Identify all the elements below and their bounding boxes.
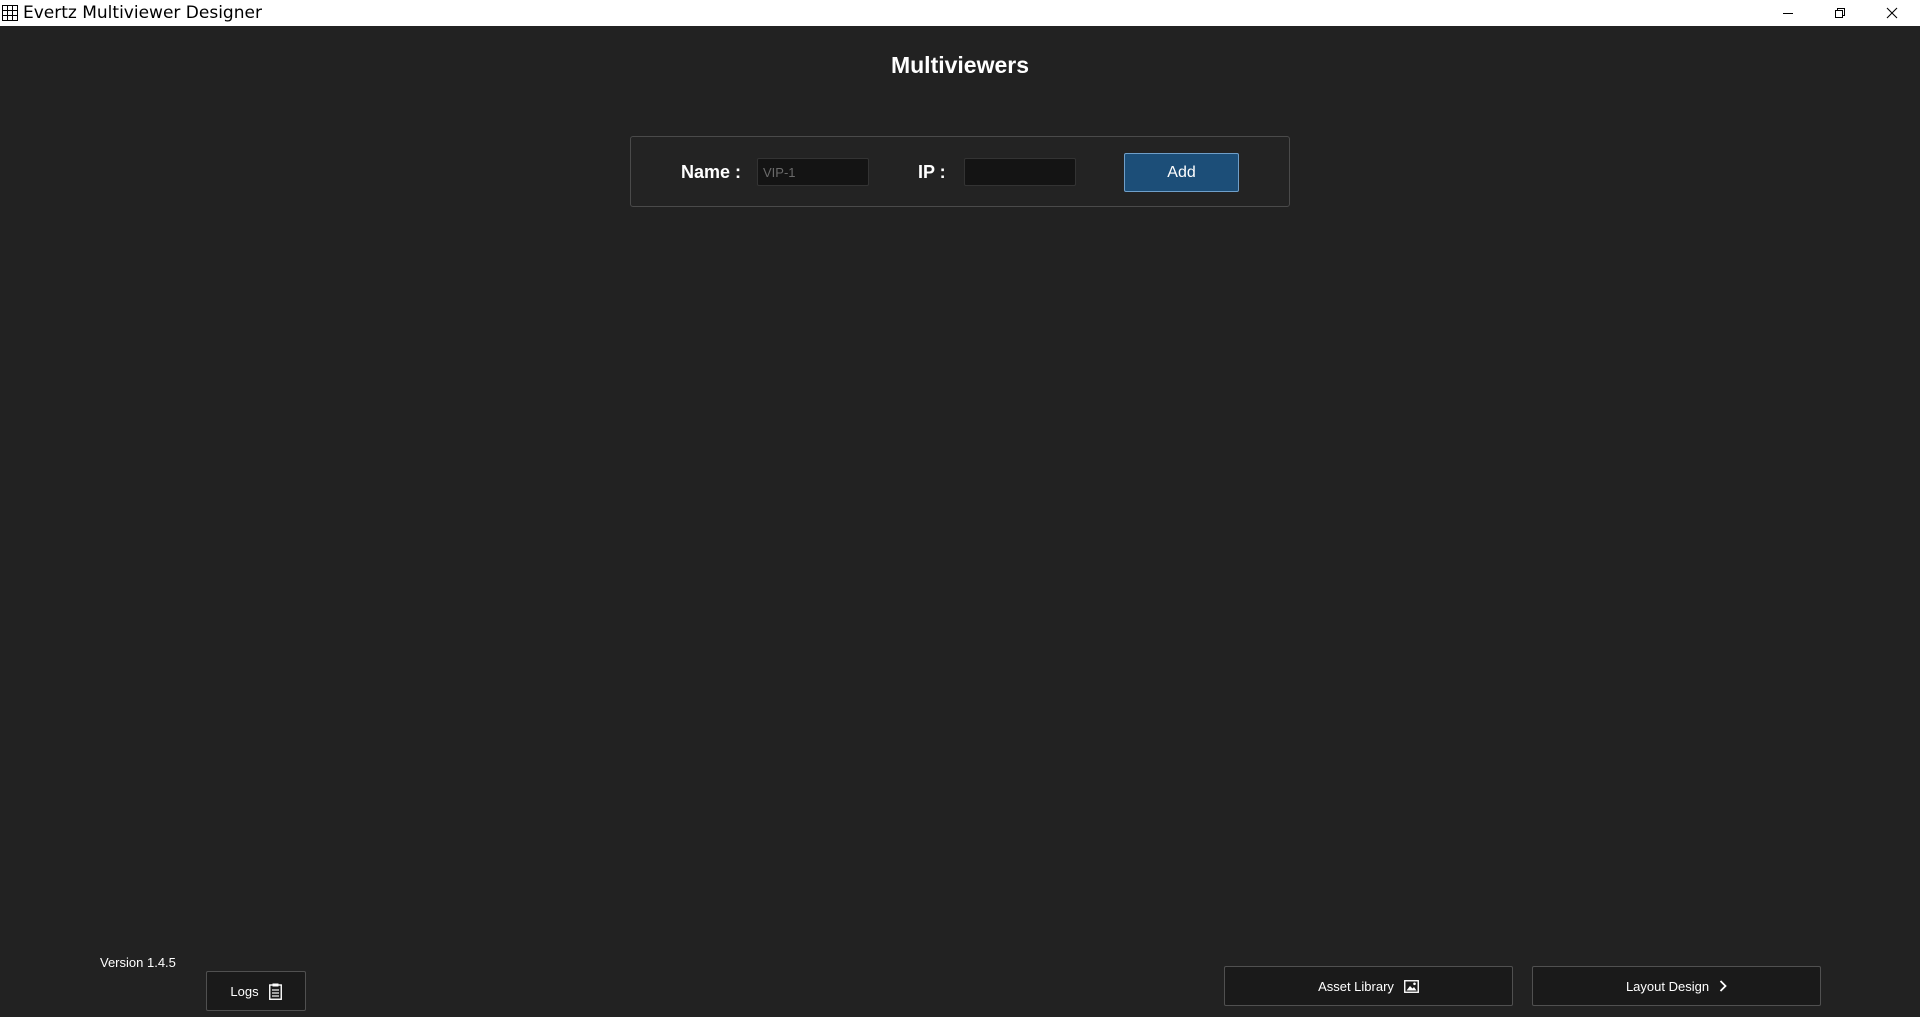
minimize-button[interactable] xyxy=(1762,0,1814,26)
name-input[interactable] xyxy=(757,158,869,186)
ip-label: IP : xyxy=(918,162,946,182)
grid-app-icon xyxy=(2,5,18,21)
add-button[interactable]: Add xyxy=(1124,153,1239,192)
asset-library-label: Asset Library xyxy=(1318,978,1394,994)
restore-button[interactable] xyxy=(1814,0,1866,26)
layout-design-label: Layout Design xyxy=(1625,978,1710,994)
image-icon xyxy=(1403,979,1419,993)
window-title: Evertz Multiviewer Designer xyxy=(23,3,262,23)
chevron-right-icon xyxy=(1719,980,1727,992)
close-button[interactable] xyxy=(1866,0,1918,26)
layout-design-button[interactable]: Layout Design xyxy=(1532,966,1821,1006)
close-icon xyxy=(1886,7,1898,19)
asset-library-button[interactable]: Asset Library xyxy=(1224,966,1513,1006)
restore-icon xyxy=(1834,7,1846,19)
page-title: Multiviewers xyxy=(890,52,1030,78)
title-bar: Evertz Multiviewer Designer xyxy=(0,0,1920,26)
logs-button[interactable]: Logs xyxy=(206,971,306,1011)
clipboard-icon xyxy=(268,983,282,1000)
minimize-icon xyxy=(1782,7,1794,19)
add-multiviewer-form: Name : IP : Add xyxy=(630,136,1290,207)
version-label: Version 1.4.5 xyxy=(100,955,176,970)
ip-input[interactable] xyxy=(964,158,1076,186)
logs-label: Logs xyxy=(230,983,259,999)
name-label: Name : xyxy=(681,162,742,182)
